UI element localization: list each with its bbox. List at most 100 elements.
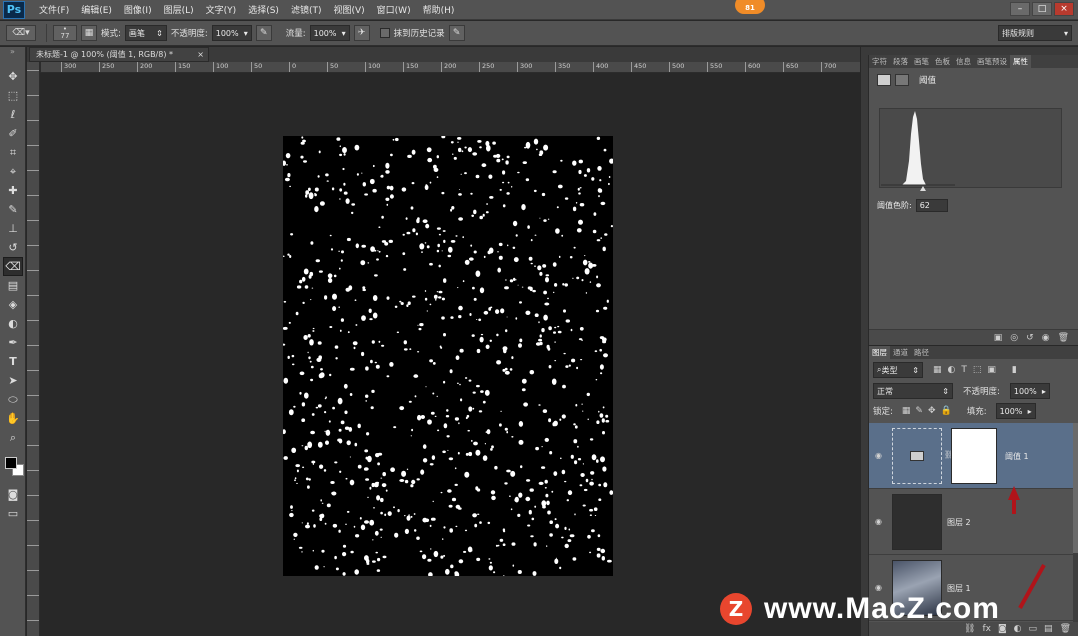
blend-mode-select[interactable]: 正常 ⇕ [873, 383, 953, 399]
lock-pixels-icon[interactable]: ✎ [915, 406, 923, 416]
zoom-tool-icon[interactable]: ⌕ [3, 428, 23, 447]
pen-tool-icon[interactable]: ✒ [3, 333, 23, 352]
menu-image[interactable]: 图像(I) [118, 3, 158, 16]
visibility-icon[interactable]: ◉ [1042, 333, 1050, 343]
tab-swatches[interactable]: 色板 [932, 55, 953, 68]
lasso-tool-icon[interactable]: ℓ [3, 105, 23, 124]
threshold-slider-handle[interactable] [920, 186, 926, 191]
flow-input[interactable]: 100% ▾ [309, 25, 350, 41]
menu-file[interactable]: 文件(F) [33, 3, 75, 16]
noise-speck [293, 532, 298, 537]
dodge-tool-icon[interactable]: ◐ [3, 314, 23, 333]
tab-paths[interactable]: 路径 [911, 346, 932, 359]
eraser-tool-icon[interactable]: ⌫ [3, 257, 23, 276]
eye-icon[interactable]: ◉ [875, 451, 882, 460]
tab-layers[interactable]: 图层 [869, 346, 890, 359]
eyedropper-tool-icon[interactable]: ⌖ [3, 162, 23, 181]
brush-tool-icon[interactable]: ✎ [3, 200, 23, 219]
menu-type[interactable]: 文字(Y) [200, 3, 243, 16]
crop-tool-icon[interactable]: ⌗ [3, 143, 23, 162]
layers-scrollbar[interactable] [1073, 423, 1078, 623]
new-adjustment-icon[interactable]: ◐ [1014, 624, 1022, 634]
filter-type-icon[interactable]: T [961, 365, 967, 375]
type-tool-icon[interactable]: T [3, 352, 23, 371]
view-previous-icon[interactable]: ◎ [1010, 333, 1018, 343]
pressure-size-icon[interactable]: ✎ [448, 25, 465, 41]
stamp-tool-icon[interactable]: ⊥ [3, 219, 23, 238]
fill-input[interactable]: 100% ▸ [995, 403, 1036, 419]
marquee-tool-icon[interactable]: ⬚ [3, 86, 23, 105]
threshold-level-input[interactable]: 62 [915, 199, 948, 212]
history-brush-tool-icon[interactable]: ↺ [3, 238, 23, 257]
document-canvas[interactable] [283, 136, 613, 576]
brush-panel-icon[interactable]: ▦ [81, 25, 97, 41]
clip-to-layer-icon[interactable]: ▣ [994, 333, 1003, 343]
mask-icon[interactable] [895, 74, 909, 86]
close-icon[interactable]: × [1054, 2, 1074, 16]
eraser-tool-preset-icon[interactable]: ⌫▾ [6, 25, 36, 41]
menu-view[interactable]: 视图(V) [327, 3, 370, 16]
new-group-icon[interactable]: ▭ [1029, 624, 1038, 634]
layer-opacity-input[interactable]: 100% ▸ [1009, 383, 1050, 399]
healing-tool-icon[interactable]: ✚ [3, 181, 23, 200]
noise-speck [503, 530, 506, 533]
new-layer-icon[interactable]: ▤ [1044, 624, 1053, 634]
menu-select[interactable]: 选择(S) [242, 3, 285, 16]
color-swatches[interactable] [3, 451, 24, 481]
menu-layer[interactable]: 图层(L) [158, 3, 200, 16]
tab-channels[interactable]: 通道 [890, 346, 911, 359]
brush-size-picker[interactable]: • 77 [53, 25, 77, 41]
collapse-icon[interactable]: » [0, 47, 25, 67]
filter-adjustment-icon[interactable]: ◐ [948, 365, 956, 375]
layer-name[interactable]: 阈值 1 [1005, 451, 1029, 462]
mode-select[interactable]: 画笔 ⇕ [124, 25, 167, 41]
notification-badge[interactable]: 81 [735, 0, 765, 14]
tab-properties[interactable]: 属性 [1010, 55, 1031, 68]
lock-position-icon[interactable]: ✥ [928, 406, 936, 416]
tab-character[interactable]: 字符 [869, 55, 890, 68]
filter-shape-icon[interactable]: ⬚ [973, 365, 982, 375]
tab-brush-presets[interactable]: 画笔预设 [974, 55, 1010, 68]
blur-tool-icon[interactable]: ◈ [3, 295, 23, 314]
filter-smart-icon[interactable]: ▣ [987, 365, 996, 375]
screen-mode-icon[interactable]: ▭ [3, 504, 23, 523]
workspace-select[interactable]: 排版规则 ▾ [998, 25, 1072, 41]
lock-transparent-icon[interactable]: ▦ [902, 406, 911, 416]
quick-select-tool-icon[interactable]: ✐ [3, 124, 23, 143]
opacity-input[interactable]: 100% ▾ [211, 25, 252, 41]
tab-paragraph[interactable]: 段落 [890, 55, 911, 68]
hand-tool-icon[interactable]: ✋ [3, 409, 23, 428]
delete-layer-icon[interactable]: 🗑 [1060, 624, 1071, 634]
filter-toggle-icon[interactable]: ▮ [1012, 365, 1017, 375]
airbrush-icon[interactable]: ✈ [353, 25, 370, 41]
layer-mask-thumbnail[interactable] [951, 428, 997, 484]
path-select-tool-icon[interactable]: ➤ [3, 371, 23, 390]
foreground-color-swatch[interactable] [5, 457, 17, 469]
layer-filter-select[interactable]: ⌕ 类型 ⇕ [873, 362, 923, 378]
reset-icon[interactable]: ↺ [1026, 333, 1034, 343]
move-tool-icon[interactable]: ✥ [3, 67, 23, 86]
gradient-tool-icon[interactable]: ▤ [3, 276, 23, 295]
document-tab[interactable]: 未标题-1 @ 100% (阈值 1, RGB/8) * × [29, 47, 209, 62]
layer-name[interactable]: 图层 2 [947, 517, 971, 528]
eye-icon[interactable]: ◉ [875, 583, 882, 592]
eye-icon[interactable]: ◉ [875, 517, 882, 526]
filter-pixel-icon[interactable]: ▦ [933, 365, 942, 375]
menu-filter[interactable]: 滤镜(T) [285, 3, 328, 16]
erase-history-checkbox[interactable] [379, 28, 390, 38]
delete-icon[interactable]: 🗑 [1058, 333, 1069, 343]
tab-info[interactable]: 信息 [953, 55, 974, 68]
tab-brush[interactable]: 画笔 [911, 55, 932, 68]
threshold-histogram[interactable] [879, 108, 1062, 191]
menu-help[interactable]: 帮助(H) [417, 3, 461, 16]
lock-all-icon[interactable]: 🔒 [940, 406, 951, 416]
quick-mask-icon[interactable]: ◙ [3, 485, 23, 504]
menu-edit[interactable]: 编辑(E) [75, 3, 118, 16]
close-tab-icon[interactable]: × [197, 50, 204, 59]
pressure-opacity-icon[interactable]: ✎ [255, 25, 272, 41]
shape-tool-icon[interactable]: ⬭ [3, 390, 23, 409]
minimize-icon[interactable]: – [1010, 2, 1030, 16]
menu-window[interactable]: 窗口(W) [371, 3, 417, 16]
maximize-icon[interactable]: □ [1032, 2, 1052, 16]
scrollbar-thumb[interactable] [1073, 423, 1078, 553]
